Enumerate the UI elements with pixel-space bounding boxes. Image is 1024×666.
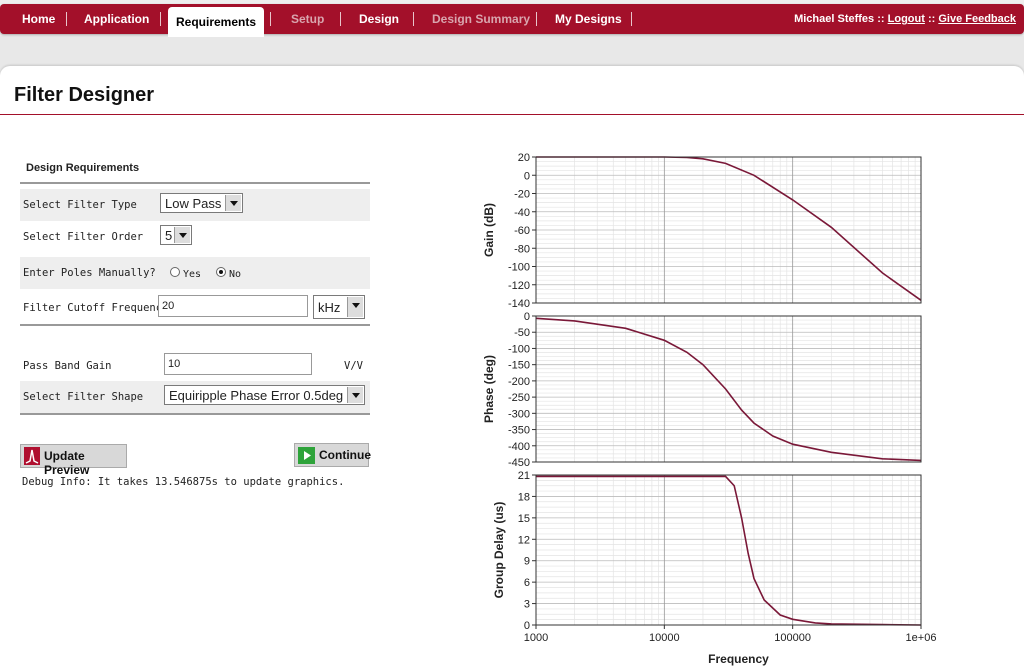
plot-panel: 0 -50 -100 -150 -200 -250 -300 -350 -400 -450 Phas…: [482, 311, 922, 469]
y-tick-label: 0: [524, 620, 530, 632]
y-tick-label: -40: [514, 207, 530, 219]
y-tick-label: -20: [514, 189, 530, 201]
y-tick-label: 12: [518, 534, 530, 546]
x-tick-label: 10000: [649, 632, 680, 644]
y-tick-label: -300: [508, 408, 530, 420]
y-tick-label: 0: [524, 311, 530, 323]
y-axis-label: Gain (dB): [482, 203, 496, 257]
plot-panel: 21 18 15 12 9 6 3 0 Group Delay (us) 1000 10000 100…: [492, 470, 936, 666]
y-tick-label: -120: [508, 280, 530, 292]
x-tick-label: 100000: [774, 632, 811, 644]
y-tick-label: 3: [524, 599, 530, 611]
y-tick-label: -400: [508, 441, 530, 453]
y-tick-label: -100: [508, 262, 530, 274]
y-tick-label: -150: [508, 360, 530, 372]
y-tick-label: 20: [518, 152, 530, 164]
y-tick-label: 0: [524, 170, 530, 182]
y-tick-label: 15: [518, 513, 530, 525]
y-axis-label: Phase (deg): [482, 355, 496, 423]
y-tick-label: -60: [514, 225, 530, 237]
x-tick-label: 1000: [524, 632, 548, 644]
y-tick-label: -100: [508, 343, 530, 355]
y-tick-label: -140: [508, 298, 530, 310]
y-tick-label: -50: [514, 327, 530, 339]
y-tick-label: -350: [508, 425, 530, 437]
y-axis-label: Group Delay (us): [492, 502, 506, 599]
y-tick-label: 6: [524, 577, 530, 589]
y-tick-label: -450: [508, 457, 530, 469]
plot-panel: 20 0 -20 -40 -60 -80 -100 -120 -140 Gain (dB): [482, 152, 922, 310]
y-tick-label: 21: [518, 470, 530, 482]
x-tick-label: 1e+06: [906, 632, 937, 644]
y-tick-label: 9: [524, 556, 530, 568]
bode-plots: 20 0 -20 -40 -60 -80 -100 -120 -140 Gain (dB) 0 -50…: [482, 152, 936, 666]
y-tick-label: 18: [518, 491, 530, 503]
y-tick-label: -200: [508, 376, 530, 388]
y-tick-label: -250: [508, 392, 530, 404]
y-tick-label: -80: [514, 243, 530, 255]
x-axis-label: Frequency: [708, 652, 769, 666]
